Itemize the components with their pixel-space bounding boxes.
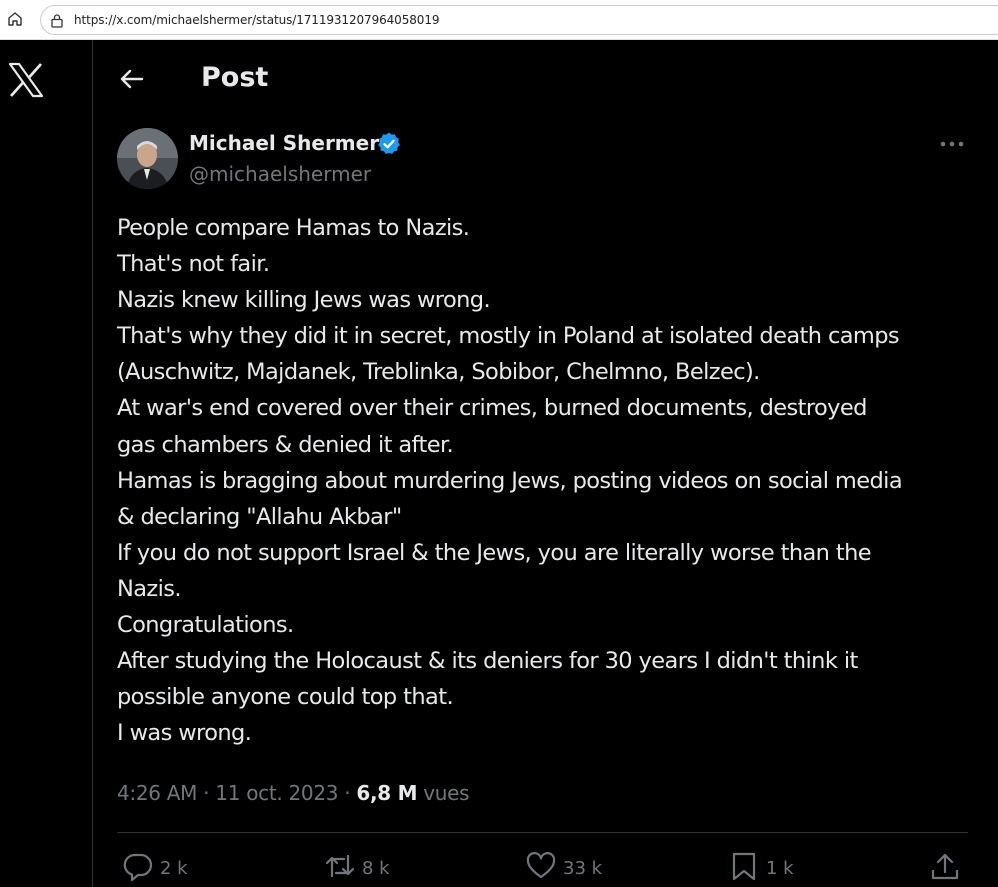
repost-count: 8 k	[362, 857, 390, 879]
tweet-line: & declaring "Allahu Akbar"	[117, 503, 402, 530]
like-button[interactable]: 33 k	[525, 850, 602, 886]
tweet-line: possible anyone could top that.	[117, 684, 454, 711]
reply-icon	[122, 850, 154, 886]
tweet-line: That's not fair.	[117, 251, 270, 278]
column-divider	[92, 40, 93, 887]
tweet-line: People compare Hamas to Nazis.	[117, 215, 470, 241]
tweet-date[interactable]: 11 oct. 2023	[215, 781, 338, 805]
browser-toolbar: https://x.com/michaelshermer/status/1711…	[0, 0, 998, 40]
tweet-line: I was wrong.	[117, 720, 252, 747]
author-handle[interactable]: @michaelshermer	[189, 162, 371, 186]
meta-separator: ·	[203, 781, 210, 805]
views-label: vues	[423, 781, 470, 805]
divider	[117, 832, 968, 833]
bookmark-button[interactable]: 1 k	[728, 850, 794, 886]
reply-button[interactable]: 2 k	[122, 850, 188, 886]
like-icon	[525, 850, 557, 886]
back-arrow-icon[interactable]	[118, 67, 146, 91]
tweet-line: That's why they did it in secret, mostly…	[117, 323, 900, 350]
tweet-line: Nazis.	[117, 575, 182, 602]
x-logo-icon[interactable]	[8, 62, 44, 98]
share-icon	[929, 850, 961, 886]
share-button[interactable]	[929, 850, 961, 886]
tweet-text: People compare Hamas to Nazis. That's no…	[117, 210, 977, 751]
like-count: 33 k	[563, 857, 603, 879]
url-text[interactable]: https://x.com/michaelshermer/status/1711…	[74, 13, 439, 27]
bookmark-icon	[728, 850, 760, 886]
tweet-line: Hamas is bragging about murdering Jews, …	[117, 467, 903, 494]
page-title: Post	[201, 62, 269, 93]
repost-icon	[324, 850, 356, 886]
tweet-line: Congratulations.	[117, 612, 294, 639]
tweet-time[interactable]: 4:26 AM	[117, 781, 197, 805]
tweet-line: At war's end covered over their crimes, …	[117, 395, 867, 422]
home-icon[interactable]	[6, 10, 24, 28]
meta-separator: ·	[344, 781, 351, 805]
verified-badge-icon[interactable]	[376, 131, 402, 157]
tweet-line: gas chambers & denied it after.	[117, 431, 454, 458]
repost-button[interactable]: 8 k	[324, 850, 390, 886]
more-icon[interactable]	[938, 134, 966, 154]
tweet-line: (Auschwitz, Majdanek, Treblinka, Sobibor…	[117, 359, 760, 386]
tweet-meta: 4:26 AM · 11 oct. 2023 · 6,8 M vues	[117, 781, 470, 805]
tweet-line: Nazis knew killing Jews was wrong.	[117, 287, 491, 314]
lock-icon[interactable]	[50, 13, 64, 28]
views-count: 6,8 M	[356, 781, 418, 805]
address-bar[interactable]: https://x.com/michaelshermer/status/1711…	[40, 5, 998, 35]
tweet-line: After studying the Holocaust & its denie…	[117, 648, 858, 675]
bookmark-count: 1 k	[766, 857, 794, 879]
avatar[interactable]	[117, 128, 178, 189]
reply-count: 2 k	[160, 857, 188, 879]
tweet-line: If you do not support Israel & the Jews,…	[117, 539, 872, 566]
author-name[interactable]: Michael Shermer	[189, 131, 379, 155]
